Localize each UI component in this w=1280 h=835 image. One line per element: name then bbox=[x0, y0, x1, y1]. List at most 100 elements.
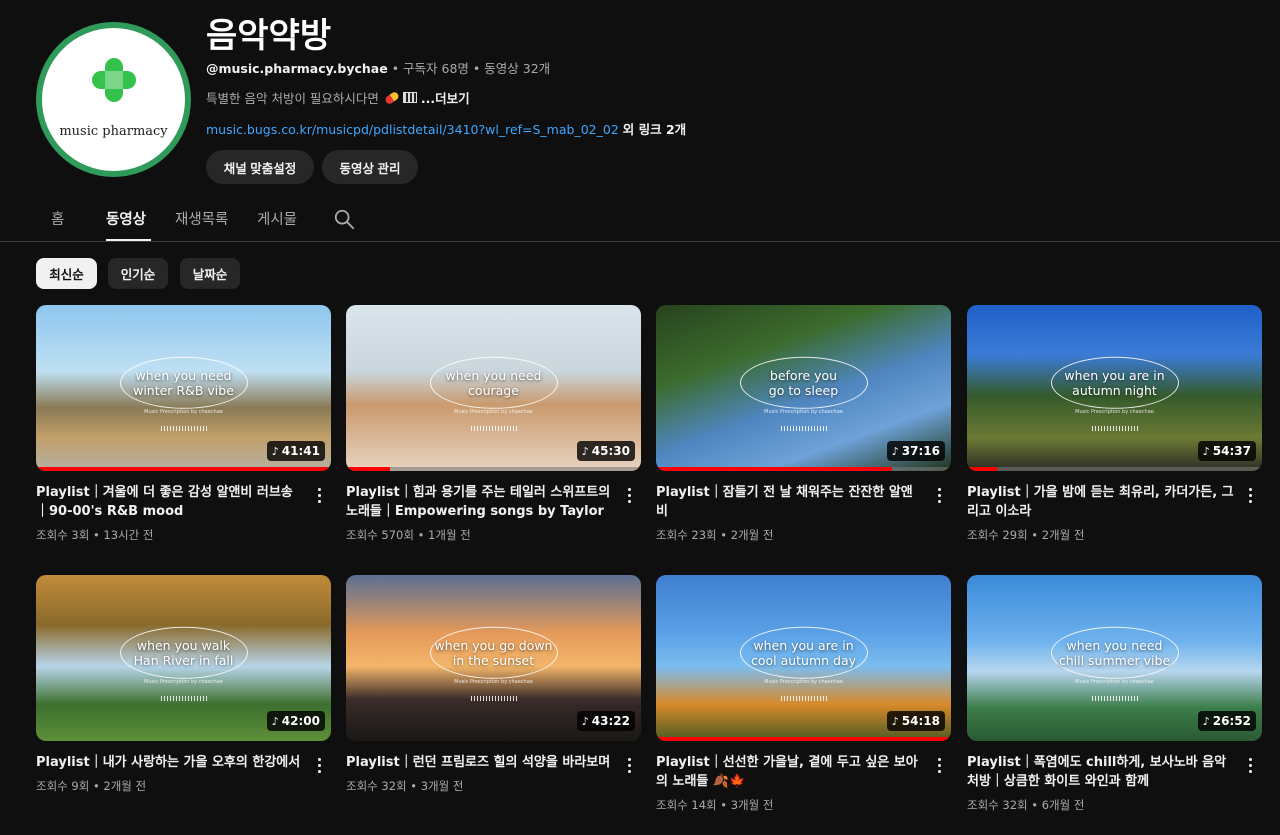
watch-progress-bar bbox=[346, 467, 391, 471]
video-title[interactable]: Playlist｜힘과 용기를 주는 테일러 스위프트의 노래들｜Empower… bbox=[346, 483, 614, 521]
waveform-graphic bbox=[780, 426, 827, 431]
video-thumbnail[interactable]: when you need courage Music Prescription … bbox=[346, 305, 641, 471]
more-options-icon[interactable] bbox=[931, 485, 947, 505]
duration-badge: ♪ 54:37 bbox=[1197, 441, 1256, 461]
avatar-logo-text: music pharmacy bbox=[59, 124, 168, 139]
video-card[interactable]: when you need winter R&B vibe Music Presc… bbox=[36, 305, 331, 543]
upload-age: 3개월 전 bbox=[420, 779, 464, 793]
waveform-graphic bbox=[470, 426, 517, 431]
more-options-icon[interactable] bbox=[311, 485, 327, 505]
tab-posts[interactable]: 게시물 bbox=[257, 208, 297, 229]
tab-videos[interactable]: 동영상 bbox=[106, 208, 146, 229]
view-count: 조회수 14회 bbox=[656, 798, 717, 812]
video-thumbnail[interactable]: when you are in cool autumn day Music Pre… bbox=[656, 575, 951, 741]
more-options-icon[interactable] bbox=[621, 755, 637, 775]
chip-oldest[interactable]: 날짜순 bbox=[180, 258, 240, 289]
thumbnail-subtitle: Music Prescription by chaechae bbox=[454, 679, 533, 685]
waveform-graphic bbox=[780, 696, 827, 701]
thumbnail-subtitle: Music Prescription by chaechae bbox=[1075, 409, 1154, 415]
tab-playlists[interactable]: 재생목록 bbox=[175, 208, 228, 229]
video-title[interactable]: Playlist｜잠들기 전 날 채워주는 잔잔한 알앤비 bbox=[656, 483, 924, 521]
video-stats: 조회수 3회 • 13시간 전 bbox=[36, 528, 154, 542]
channel-name: 음악약방 bbox=[206, 16, 332, 56]
duration-text: 42:00 bbox=[281, 714, 320, 728]
more-links[interactable]: 외 링크 2개 bbox=[623, 122, 686, 137]
video-stats: 조회수 9회 • 2개월 전 bbox=[36, 779, 147, 793]
thumbnail-overlay-text: when you are in cool autumn day bbox=[739, 626, 868, 679]
video-title[interactable]: Playlist｜선선한 가을날, 곁에 두고 싶은 보아의 노래들 🍂🍁 bbox=[656, 753, 924, 791]
thumbnail-subtitle: Music Prescription by chaechae bbox=[144, 679, 223, 685]
thumbnail-overlay-text: when you go down in the sunset bbox=[429, 626, 558, 679]
channel-meta: @music.pharmacy.bychae • 구독자 68명 • 동영상 3… bbox=[206, 61, 551, 76]
description-text: 특별한 음악 처방이 필요하시다면 bbox=[206, 91, 379, 106]
view-count: 조회수 23회 bbox=[656, 528, 717, 542]
video-title[interactable]: Playlist｜겨울에 더 좋은 감성 알앤비 러브송｜90-00's R&B… bbox=[36, 483, 304, 521]
piano-icon bbox=[402, 92, 417, 103]
more-options-icon[interactable] bbox=[311, 755, 327, 775]
video-title[interactable]: Playlist｜내가 사랑하는 가을 오후의 한강에서 bbox=[36, 753, 304, 772]
subscriber-count: 구독자 68명 bbox=[403, 61, 469, 76]
more-options-icon[interactable] bbox=[1242, 485, 1258, 505]
manage-videos-button[interactable]: 동영상 관리 bbox=[322, 150, 418, 184]
thumbnail-overlay-text: when you need chill summer vibe bbox=[1050, 626, 1179, 679]
video-thumbnail[interactable]: when you walk Han River in fall Music Pre… bbox=[36, 575, 331, 741]
music-note-icon: ♪ bbox=[271, 714, 279, 728]
channel-link[interactable]: music.bugs.co.kr/musicpd/pdlistdetail/34… bbox=[206, 122, 619, 137]
duration-text: 41:41 bbox=[281, 444, 320, 458]
more-link[interactable]: ...더보기 bbox=[421, 88, 470, 107]
waveform-graphic bbox=[470, 696, 517, 701]
search-icon[interactable] bbox=[333, 208, 355, 230]
active-tab-underline bbox=[106, 239, 151, 241]
video-card[interactable]: when you walk Han River in fall Music Pre… bbox=[36, 575, 331, 794]
more-options-icon[interactable] bbox=[1242, 755, 1258, 775]
video-card[interactable]: when you need courage Music Prescription … bbox=[346, 305, 641, 543]
tab-home[interactable]: 홈 bbox=[51, 208, 64, 229]
video-title[interactable]: Playlist｜폭염에도 chill하게, 보사노바 음악 처방｜상큼한 화이… bbox=[967, 753, 1235, 791]
music-note-icon: ♪ bbox=[891, 714, 899, 728]
video-card[interactable]: when you are in autumn night Music Prescr… bbox=[967, 305, 1262, 543]
duration-text: 54:37 bbox=[1212, 444, 1251, 458]
chip-popular[interactable]: 인기순 bbox=[108, 258, 168, 289]
video-thumbnail[interactable]: when you are in autumn night Music Prescr… bbox=[967, 305, 1262, 471]
chip-latest[interactable]: 최신순 bbox=[36, 258, 97, 289]
more-options-icon[interactable] bbox=[621, 485, 637, 505]
duration-text: 45:30 bbox=[591, 444, 630, 458]
thumbnail-overlay-text: when you are in autumn night bbox=[1050, 356, 1179, 409]
thumbnail-subtitle: Music Prescription by chaechae bbox=[764, 409, 843, 415]
duration-badge: ♪ 26:52 bbox=[1197, 711, 1256, 731]
more-options-icon[interactable] bbox=[931, 755, 947, 775]
music-note-icon: ♪ bbox=[1202, 444, 1210, 458]
upload-age: 13시간 전 bbox=[103, 528, 154, 542]
channel-links: music.bugs.co.kr/musicpd/pdlistdetail/34… bbox=[206, 119, 686, 138]
video-stats: 조회수 23회 • 2개월 전 bbox=[656, 528, 774, 542]
video-card[interactable]: before you go to sleep Music Prescription… bbox=[656, 305, 951, 543]
upload-age: 2개월 전 bbox=[730, 528, 774, 542]
video-card[interactable]: when you are in cool autumn day Music Pre… bbox=[656, 575, 951, 813]
video-card[interactable]: when you go down in the sunset Music Pres… bbox=[346, 575, 641, 794]
duration-text: 37:16 bbox=[901, 444, 940, 458]
channel-avatar[interactable]: music pharmacy bbox=[36, 22, 191, 177]
video-thumbnail[interactable]: when you need winter R&B vibe Music Presc… bbox=[36, 305, 331, 471]
video-stats: 조회수 29회 • 2개월 전 bbox=[967, 528, 1085, 542]
thumbnail-overlay-text: when you need courage bbox=[429, 356, 558, 409]
video-title[interactable]: Playlist｜런던 프림로즈 힐의 석양을 바라보며 bbox=[346, 753, 614, 772]
video-card[interactable]: when you need chill summer vibe Music Pre… bbox=[967, 575, 1262, 813]
channel-tabs: 홈 동영상 재생목록 게시물 bbox=[0, 198, 1280, 242]
upload-age: 6개월 전 bbox=[1041, 798, 1085, 812]
medical-cross-icon bbox=[91, 58, 136, 102]
upload-age: 2개월 전 bbox=[103, 779, 147, 793]
music-note-icon: ♪ bbox=[581, 714, 589, 728]
duration-badge: ♪ 43:22 bbox=[576, 711, 635, 731]
upload-age: 1개월 전 bbox=[428, 528, 471, 542]
video-stats: 조회수 32회 • 6개월 전 bbox=[967, 798, 1085, 812]
view-count: 조회수 570회 bbox=[346, 528, 414, 542]
video-thumbnail[interactable]: when you need chill summer vibe Music Pre… bbox=[967, 575, 1262, 741]
customize-channel-button[interactable]: 채널 맞춤설정 bbox=[206, 150, 314, 184]
video-count: 동영상 32개 bbox=[484, 61, 551, 76]
video-thumbnail[interactable]: before you go to sleep Music Prescription… bbox=[656, 305, 951, 471]
video-thumbnail[interactable]: when you go down in the sunset Music Pres… bbox=[346, 575, 641, 741]
video-title[interactable]: Playlist｜가을 밤에 듣는 최유리, 카더가든, 그리고 이소라 bbox=[967, 483, 1235, 521]
watch-progress-bar bbox=[36, 467, 331, 471]
avatar-logo: music pharmacy bbox=[42, 28, 185, 171]
channel-description[interactable]: 특별한 음악 처방이 필요하시다면 ...더보기 bbox=[206, 88, 470, 107]
